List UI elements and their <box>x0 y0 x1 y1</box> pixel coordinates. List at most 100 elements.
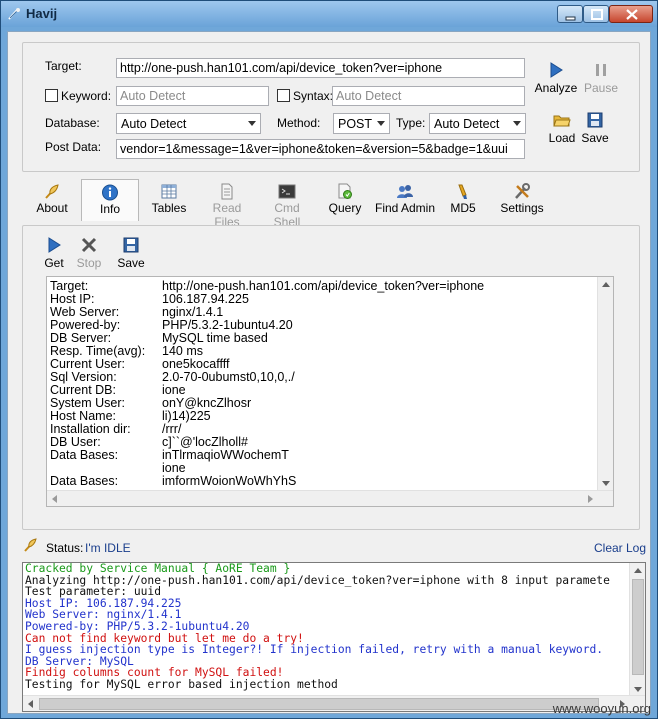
info-row-value: ione <box>162 383 186 397</box>
tab-find-admin[interactable]: Find Admin <box>374 179 436 221</box>
syntax-checkbox[interactable] <box>277 89 290 102</box>
log-output[interactable]: Cracked by Service Manual { AoRE Team } A… <box>22 562 646 712</box>
info-row-key: Powered-by: <box>50 318 121 332</box>
save-label: Save <box>581 131 609 145</box>
terminal-icon <box>278 184 296 199</box>
stop-button[interactable]: Stop <box>74 236 104 270</box>
info-icon <box>102 184 118 201</box>
info-row-value: inTlrmaqioWWochemT <box>162 448 289 462</box>
info-row-key: Host Name: <box>50 409 116 423</box>
info-vertical-scrollbar[interactable] <box>597 277 613 491</box>
tab-about[interactable]: About <box>32 179 72 221</box>
info-row-value: one5kocaffff <box>162 357 230 371</box>
database-label: Database: <box>45 116 100 130</box>
info-row-key: Target: <box>50 279 89 293</box>
play-icon <box>48 237 61 253</box>
minimize-button[interactable] <box>557 5 583 23</box>
type-select[interactable]: Auto Detect <box>429 113 526 134</box>
tab-info[interactable]: Info <box>81 179 139 221</box>
info-save-button[interactable]: Save <box>116 236 146 270</box>
tab-query[interactable]: Query <box>325 179 365 221</box>
info-row-value: 2.0-70-0ubumst0,10,0,./ <box>162 370 295 384</box>
info-list[interactable]: Target: http://one-push.han101.com/api/de… <box>46 276 614 507</box>
info-row-key: Sql Version: <box>50 370 117 384</box>
load-label: Load <box>548 131 576 145</box>
syntax-label: Syntax: <box>293 89 334 103</box>
status-label: Status: <box>46 541 84 555</box>
maximize-button[interactable] <box>583 5 609 23</box>
scroll-arrows-icon <box>52 495 593 503</box>
info-row-key: Web Server: <box>50 305 120 319</box>
app-window: Havij Target: http://one-push.han101.com… <box>0 0 658 719</box>
save-button[interactable]: Save <box>580 111 610 145</box>
syntax-input[interactable]: Auto Detect <box>332 86 525 106</box>
tab-tables[interactable]: Tables <box>147 179 191 221</box>
clear-log-link[interactable]: Clear Log <box>594 541 646 555</box>
info-row-key: System User: <box>50 396 126 410</box>
title-bar[interactable]: Havij <box>1 1 657 27</box>
tab-md5[interactable]: MD5 <box>445 179 481 221</box>
log-vertical-scrollbar[interactable] <box>629 563 645 697</box>
tab-read-files[interactable]: Read Files <box>200 179 254 229</box>
info-row-key: Current User: <box>50 357 126 371</box>
info-row-key: DB Server: <box>50 331 112 345</box>
info-row-value: nginx/1.4.1 <box>162 305 224 319</box>
load-button[interactable]: Load <box>547 111 577 145</box>
floppy-disk-icon <box>123 237 139 253</box>
client-area: Target: http://one-push.han101.com/api/d… <box>7 31 651 714</box>
postdata-input[interactable]: vendor=1&message=1&ver=iphone&token=&ver… <box>116 139 525 159</box>
info-horizontal-scrollbar[interactable] <box>47 490 613 506</box>
status-feather-icon <box>24 538 37 552</box>
tab-tables-label: Tables <box>151 201 187 215</box>
close-button[interactable] <box>609 5 653 23</box>
database-select-value: Auto Detect <box>121 117 187 131</box>
info-row-value: imformWoionWoWhYhS <box>162 474 297 488</box>
info-row-key: Current DB: <box>50 383 116 397</box>
database-select[interactable]: Auto Detect <box>116 113 261 134</box>
chevron-down-icon <box>513 121 521 126</box>
keyword-checkbox[interactable] <box>45 89 58 102</box>
method-select-value: POST <box>338 117 373 131</box>
method-label: Method: <box>277 116 321 130</box>
log-horizontal-scrollbar[interactable] <box>23 695 645 711</box>
tab-about-label: About <box>36 201 68 215</box>
stop-label: Stop <box>76 256 102 270</box>
info-row-value: li)14)225 <box>162 409 211 423</box>
type-select-value: Auto Detect <box>434 117 500 131</box>
document-icon <box>221 183 233 200</box>
status-value: I'm IDLE <box>85 541 131 555</box>
get-button[interactable]: Get <box>41 236 67 270</box>
pause-label: Pause <box>583 81 619 95</box>
info-row-key: DB User: <box>50 435 101 449</box>
info-row-value: c]``@'locZlholl# <box>162 435 248 449</box>
analyze-button[interactable]: Analyze <box>533 61 579 95</box>
brush-icon <box>458 184 467 199</box>
table-icon <box>161 184 177 199</box>
floppy-disk-icon <box>587 112 603 128</box>
info-row-value: http://one-push.han101.com/api/device_to… <box>162 279 485 293</box>
tab-settings-label: Settings <box>500 201 544 215</box>
tools-icon <box>515 183 530 199</box>
tab-query-label: Query <box>328 201 362 215</box>
havij-app-icon <box>8 8 20 20</box>
method-select[interactable]: POST <box>333 113 390 134</box>
pause-button[interactable]: Pause <box>581 61 621 95</box>
keyword-input[interactable]: Auto Detect <box>116 86 269 106</box>
target-label: Target: <box>45 59 82 73</box>
scroll-arrows-icon <box>602 282 610 486</box>
pause-icon <box>596 64 606 76</box>
info-row-key: Data Bases: <box>50 474 119 488</box>
log-scroll-thumb[interactable] <box>632 579 644 675</box>
info-row-key: Data Bases: <box>50 448 119 462</box>
get-label: Get <box>44 256 64 270</box>
info-row-value: PHP/5.3.2-1ubuntu4.20 <box>162 318 293 332</box>
tab-md5-label: MD5 <box>450 201 476 215</box>
target-input[interactable]: http://one-push.han101.com/api/device_to… <box>116 58 525 78</box>
tab-cmd-shell[interactable]: Cmd Shell <box>261 179 313 229</box>
info-row-key: Host IP: <box>50 292 95 306</box>
database-query-icon <box>338 183 352 199</box>
target-group: Target: http://one-push.han101.com/api/d… <box>22 42 640 172</box>
analyze-label: Analyze <box>534 81 578 95</box>
log-hscroll-thumb[interactable] <box>39 698 599 710</box>
tab-settings[interactable]: Settings <box>496 179 548 221</box>
